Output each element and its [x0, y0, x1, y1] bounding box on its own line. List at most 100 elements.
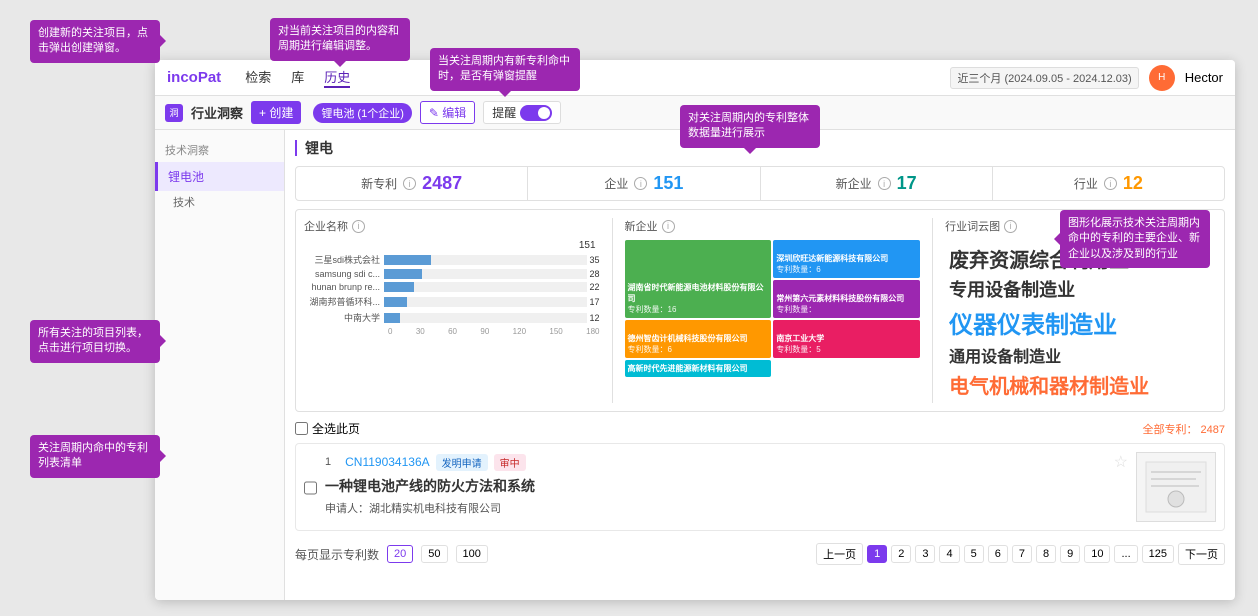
- bar-track: [384, 313, 587, 323]
- patent-title[interactable]: 一种锂电池产线的防火方法和系统: [325, 476, 1128, 496]
- patent-badge-type: 发明申请: [436, 454, 488, 471]
- treemap-cell[interactable]: 高新时代先进能源新材料有限公司: [625, 360, 772, 377]
- total-count: 全部专利： 2487: [1142, 421, 1225, 437]
- stat-value-industry: 12: [1123, 173, 1143, 194]
- axis-label: 60: [448, 327, 457, 336]
- page-btn-...[interactable]: ...: [1114, 545, 1137, 563]
- word-cloud-info-icon[interactable]: i: [1004, 220, 1017, 233]
- stat-industry: 行业 i 12: [993, 167, 1224, 200]
- info-icon-new-companies[interactable]: i: [878, 177, 891, 190]
- prev-page-btn[interactable]: 上一页: [816, 543, 863, 565]
- patent-checkbox[interactable]: [304, 454, 317, 522]
- stat-label-new-companies: 新企业: [836, 175, 872, 192]
- edit-button[interactable]: ✎ 编辑: [420, 101, 475, 124]
- page-btn-1[interactable]: 1: [867, 545, 887, 563]
- sidebar: 技术洞察 锂电池 技术: [155, 130, 285, 600]
- bar-label: hunan brunp re...: [304, 282, 384, 292]
- bar-row: samsung sdi c... 28: [304, 269, 600, 279]
- bar-fill: [384, 269, 422, 279]
- tag-badge: 锂电池 (1个企业): [313, 103, 412, 123]
- stat-label-new-patents: 新专利: [361, 175, 397, 192]
- page-size-100[interactable]: 100: [456, 545, 488, 563]
- bar-fill: [384, 255, 431, 265]
- nav-search[interactable]: 检索: [245, 67, 271, 88]
- page-btn-2[interactable]: 2: [891, 545, 911, 563]
- bar-chart: 三星sdi株式会社 35 samsung sdi c... 28 hunan b…: [304, 253, 600, 324]
- info-icon-new-patents[interactable]: i: [403, 177, 416, 190]
- axis-label: 0: [388, 327, 392, 336]
- sidebar-section-title: 技术洞察: [155, 138, 284, 162]
- page-size-20[interactable]: 20: [387, 545, 413, 563]
- info-icon-companies[interactable]: i: [634, 177, 647, 190]
- navbar: incoPat 检索 库 历史 近三个月 (2024.09.05 - 2024.…: [155, 60, 1235, 96]
- bar-chart-info-icon[interactable]: i: [352, 220, 365, 233]
- page-btn-7[interactable]: 7: [1012, 545, 1032, 563]
- patent-item: 1 CN119034136A 发明申请 审中 ☆ 一种锂电池产线的防火方法和系统…: [295, 443, 1225, 531]
- patent-applicant: 申请人：湖北精实机电科技有限公司: [325, 500, 1128, 516]
- select-all: 全选此页: [295, 420, 360, 437]
- stat-new-companies: 新企业 i 17: [761, 167, 993, 200]
- bar-row: hunan brunp re... 22: [304, 282, 600, 292]
- patent-id[interactable]: CN119034136A: [345, 455, 430, 469]
- axis-label: 90: [480, 327, 489, 336]
- word-cloud-word[interactable]: 通用设备制造业: [949, 343, 1212, 367]
- new-companies-info-icon[interactable]: i: [662, 220, 675, 233]
- bar-track: [384, 282, 587, 292]
- bar-num: 28: [590, 269, 600, 279]
- toggle-switch[interactable]: [520, 105, 552, 121]
- new-companies-section: 新企业 i 湖南省时代新能源电池材料股份有限公司 专利数量：16深圳欣旺达新能源…: [625, 218, 921, 403]
- patent-list-header: 全选此页 全部专利： 2487: [295, 420, 1225, 437]
- axis-label: 120: [513, 327, 526, 336]
- page-btn-5[interactable]: 5: [964, 545, 984, 563]
- bar-row: 三星sdi株式会社 35: [304, 253, 600, 266]
- treemap-cell[interactable]: 德州智齿计机械科技股份有限公司 专利数量：6: [625, 320, 772, 358]
- page-size-50[interactable]: 50: [421, 545, 447, 563]
- page-nav: 上一页 12345678910... 125下一页: [816, 543, 1225, 565]
- page-size-label: 每页显示专利数: [295, 546, 379, 563]
- toolbar-industry-label: 行业洞察: [191, 103, 243, 122]
- treemap-cell[interactable]: 常州第六元素材料科技股份有限公司 专利数量：: [773, 280, 920, 318]
- select-all-label: 全选此页: [312, 420, 360, 437]
- page-btn-8[interactable]: 8: [1036, 545, 1056, 563]
- stat-companies: 企业 i 151: [528, 167, 760, 200]
- bar-chart-axis: 0306090120150180: [304, 327, 600, 336]
- date-range-badge: 近三个月 (2024.09.05 - 2024.12.03): [950, 67, 1138, 89]
- bar-row: 中南大学 12: [304, 311, 600, 324]
- page-btn-6[interactable]: 6: [988, 545, 1008, 563]
- select-all-checkbox[interactable]: [295, 422, 308, 435]
- create-button[interactable]: + 创建: [251, 101, 301, 124]
- annotation-6: 关注周期内命中的专利列表清单: [30, 435, 160, 478]
- page-btn-3[interactable]: 3: [915, 545, 935, 563]
- bar-fill: [384, 313, 400, 323]
- bar-track: [384, 297, 587, 307]
- word-cloud-word[interactable]: 仪器仪表制造业: [949, 305, 1212, 340]
- sidebar-item-tech[interactable]: 技术: [155, 191, 284, 213]
- word-cloud-word[interactable]: 电气机械和器材制造业: [949, 370, 1212, 399]
- stat-new-patents: 新专利 i 2487: [296, 167, 528, 200]
- page-btn-10[interactable]: 10: [1084, 545, 1110, 563]
- page-btn-9[interactable]: 9: [1060, 545, 1080, 563]
- patent-star[interactable]: ☆: [1114, 452, 1128, 472]
- bar-fill: [384, 282, 414, 292]
- stats-row: 新专利 i 2487 企业 i 151 新企业 i 17 行业 i 12: [295, 166, 1225, 201]
- bar-track: [384, 255, 587, 265]
- bar-chart-title: 企业名称 i: [304, 218, 600, 234]
- subscribe-button[interactable]: 提醒: [483, 101, 561, 124]
- next-page-btn[interactable]: 下一页: [1178, 543, 1225, 565]
- word-cloud-word[interactable]: 专用设备制造业: [949, 276, 1212, 302]
- treemap-cell[interactable]: 深圳欣旺达新能源科技有限公司 专利数量：6: [773, 240, 920, 278]
- treemap-cell[interactable]: 南京工业大学 专利数量：5: [773, 320, 920, 358]
- info-icon-industry[interactable]: i: [1104, 177, 1117, 190]
- chart-divider-2: [932, 218, 933, 403]
- page-btn-125[interactable]: 125: [1142, 545, 1174, 563]
- bar-row: 湖南邦普循环科... 17: [304, 295, 600, 308]
- nav-library[interactable]: 库: [291, 67, 304, 88]
- patent-badge-status: 审中: [494, 454, 526, 471]
- sidebar-item-lithium[interactable]: 锂电池: [155, 162, 284, 191]
- avatar: H: [1149, 65, 1175, 91]
- bar-top-value: 151: [304, 240, 600, 251]
- treemap-cell[interactable]: 湖南省时代新能源电池材料股份有限公司 专利数量：16: [625, 240, 772, 318]
- stat-label-companies: 企业: [604, 175, 628, 192]
- page-btn-4[interactable]: 4: [939, 545, 959, 563]
- bar-track: [384, 269, 587, 279]
